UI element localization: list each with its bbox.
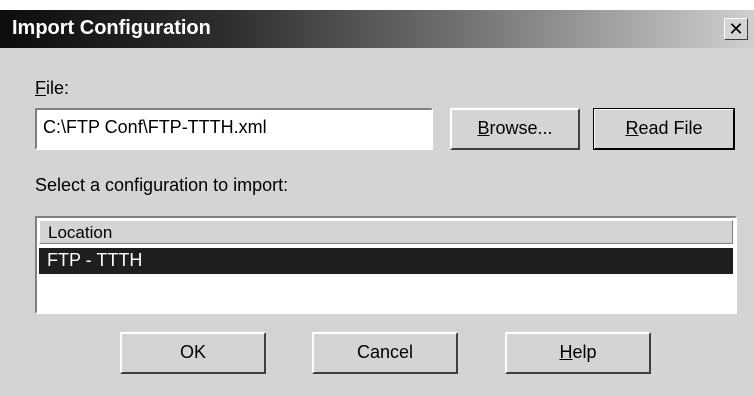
configuration-list[interactable]: Location FTP - TTTH <box>35 216 737 314</box>
import-configuration-dialog: Import Configuration ✕ File: C:\FTP Conf… <box>0 10 754 396</box>
list-item[interactable]: FTP - TTTH <box>39 248 733 274</box>
cancel-button[interactable]: Cancel <box>312 332 458 374</box>
title-bar[interactable]: Import Configuration ✕ <box>0 10 754 48</box>
browse-button[interactable]: Browse... <box>450 108 580 150</box>
file-label: File: <box>35 78 70 98</box>
file-path-input[interactable]: C:\FTP Conf\FTP-TTTH.xml <box>35 108 433 150</box>
close-button[interactable]: ✕ <box>724 18 748 40</box>
window-title: Import Configuration <box>12 17 211 39</box>
select-configuration-label: Select a configuration to import: <box>35 175 289 195</box>
read-file-button[interactable]: Read File <box>593 108 735 150</box>
ok-button[interactable]: OK <box>120 332 266 374</box>
close-icon: ✕ <box>728 19 744 39</box>
help-button[interactable]: Help <box>505 332 651 374</box>
location-column-header[interactable]: Location <box>39 220 733 244</box>
